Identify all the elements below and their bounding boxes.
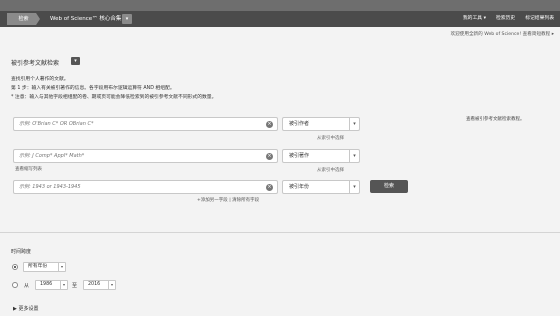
chevron-down-icon: ▾ bbox=[60, 281, 67, 289]
cited-work-input[interactable] bbox=[19, 150, 259, 162]
field-actions[interactable]: +添加另一字段 | 清除所有字段 bbox=[197, 197, 259, 203]
page-title: 被引参考文献检索 bbox=[11, 60, 60, 67]
intro-line: 第 1 步：输入有关被引著作的信息。各字段用布尔逻辑运算符 AND 相组配。 bbox=[11, 86, 175, 91]
cited-work-field[interactable]: × bbox=[13, 149, 278, 163]
abbreviation-list-link[interactable]: 查看缩写列表 bbox=[15, 166, 42, 172]
cited-author-input[interactable] bbox=[19, 118, 259, 130]
main-nav: 检索 Web of Science™ 核心合集 ▾ 我的工具 ▾ 检索历史 标记… bbox=[0, 11, 560, 27]
timespan-title: 时间跨度 bbox=[11, 249, 32, 255]
chevron-down-icon: ▾ bbox=[349, 150, 359, 162]
divider bbox=[0, 232, 560, 233]
to-year-select[interactable]: 2016 ▾ bbox=[83, 280, 116, 290]
select-from-index-link[interactable]: 从索引中选择 bbox=[317, 167, 344, 173]
intro-text: 查找引用个人著作的文献。 第 1 步：输入有关被引著作的信息。各字段用布尔逻辑运… bbox=[11, 75, 216, 102]
to-label: 至 bbox=[72, 283, 78, 289]
field-select-3[interactable]: 被引年份 ▾ bbox=[282, 180, 360, 194]
cited-author-field[interactable]: × bbox=[13, 117, 278, 131]
all-years-select[interactable]: 所有年份 ▾ bbox=[23, 262, 66, 272]
clear-icon[interactable]: × bbox=[266, 153, 273, 160]
select-from-index-link[interactable]: 从索引中选择 bbox=[317, 135, 344, 141]
intro-line: 查找引用个人著作的文献。 bbox=[11, 77, 69, 82]
nav-right-links: 我的工具 ▾ 检索历史 标记结果列表 bbox=[463, 13, 554, 25]
select-label: 被引年份 bbox=[289, 184, 310, 190]
nav-search-tab[interactable]: 检索 bbox=[7, 13, 40, 25]
chevron-down-icon: ▾ bbox=[108, 281, 115, 289]
cited-year-input[interactable] bbox=[19, 181, 259, 193]
select-value: 2016 bbox=[88, 282, 101, 287]
my-tools-link[interactable]: 我的工具 ▾ bbox=[463, 13, 486, 25]
from-label: 从 bbox=[24, 283, 30, 289]
select-label: 被引著作 bbox=[289, 153, 310, 159]
tutorial-link[interactable]: 查看被引参考文献检索教程。 bbox=[466, 117, 546, 123]
clear-icon[interactable]: × bbox=[266, 184, 273, 191]
from-year-select[interactable]: 1986 ▾ bbox=[35, 280, 68, 290]
field-select-2[interactable]: 被引著作 ▾ bbox=[282, 149, 360, 163]
year-range-radio[interactable] bbox=[12, 282, 18, 288]
chevron-down-icon[interactable]: ▾ bbox=[122, 14, 132, 24]
chevron-down-icon[interactable]: ▾ bbox=[71, 57, 80, 65]
cited-year-field[interactable]: × bbox=[13, 180, 278, 194]
more-settings-label: 更多设置 bbox=[18, 306, 39, 312]
marked-list-link[interactable]: 标记结果列表 bbox=[525, 13, 554, 25]
triangle-right-icon: ▶ bbox=[13, 306, 17, 312]
all-years-radio[interactable] bbox=[12, 264, 18, 270]
search-button[interactable]: 检索 bbox=[370, 180, 408, 193]
top-strip bbox=[0, 0, 560, 11]
chevron-down-icon: ▾ bbox=[349, 118, 359, 130]
field-select-1[interactable]: 被引作者 ▾ bbox=[282, 117, 360, 131]
select-value: 所有年份 bbox=[28, 264, 48, 269]
welcome-banner[interactable]: 欢迎使用全新的 Web of Science! 查看简短教程 ▸ bbox=[451, 31, 554, 37]
search-history-link[interactable]: 检索历史 bbox=[496, 13, 515, 25]
clear-icon[interactable]: × bbox=[266, 121, 273, 128]
intro-line: * 注意：输入与其他字段相组配的卷、期或页可能会降低检索到的被引参考文献不同形式… bbox=[11, 95, 217, 100]
select-value: 1986 bbox=[40, 282, 53, 287]
chevron-down-icon: ▾ bbox=[349, 181, 359, 193]
more-settings-toggle[interactable]: ▶ 更多设置 bbox=[13, 305, 38, 312]
product-name: Web of Science™ 核心合集 bbox=[50, 16, 122, 22]
chevron-down-icon: ▾ bbox=[58, 263, 65, 271]
select-label: 被引作者 bbox=[289, 121, 310, 127]
